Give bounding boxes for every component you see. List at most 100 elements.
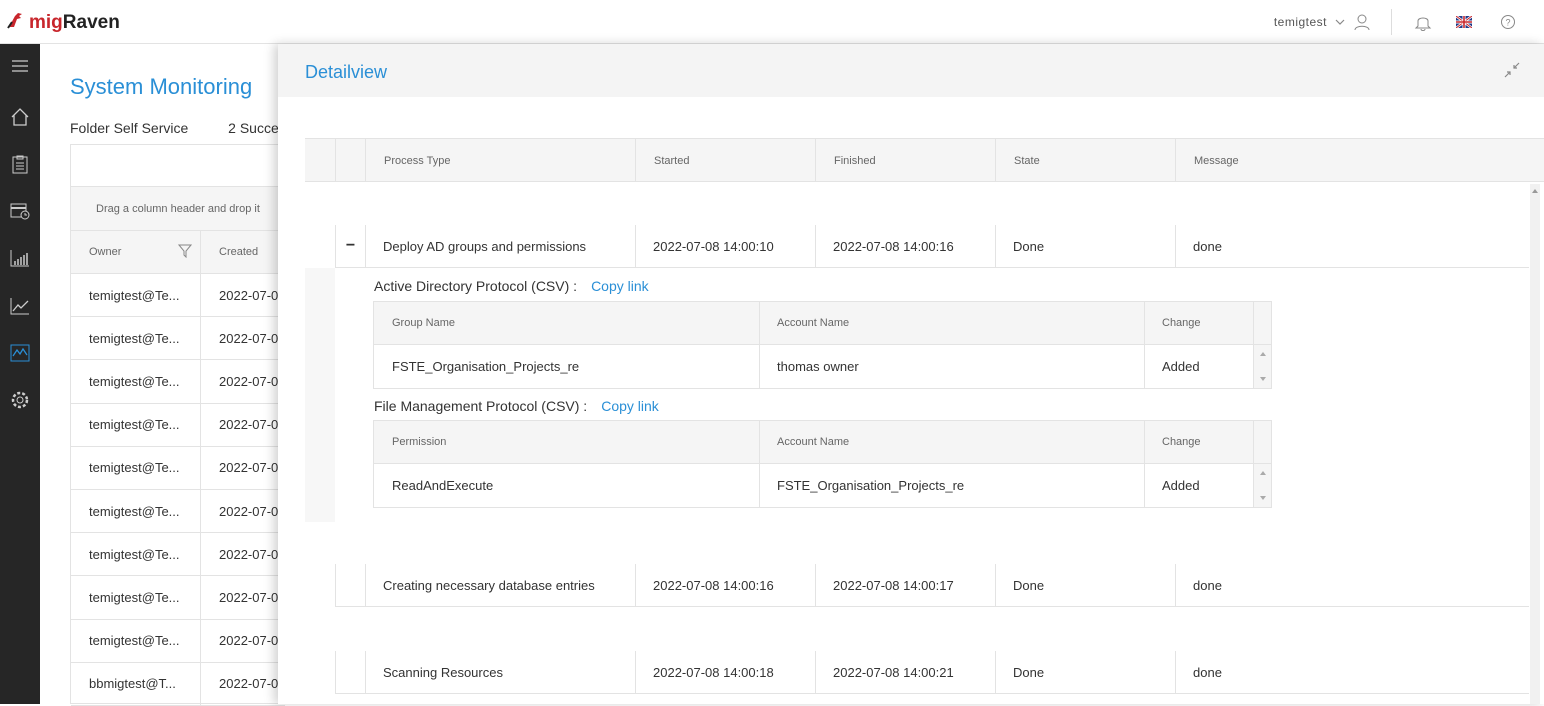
service-row: Folder Self Service 2 Succe bbox=[70, 120, 279, 136]
cell-finished: 2022-07-08 14:00:21 bbox=[815, 651, 995, 693]
table-row[interactable]: temigtest@Te... 2022-07-0 bbox=[71, 489, 285, 534]
column-owner-label: Owner bbox=[89, 246, 122, 258]
cell-owner: temigtest@Te... bbox=[71, 403, 201, 446]
cell-message: done bbox=[1175, 651, 1529, 693]
table-row[interactable]: − Deploy AD groups and permissions 2022-… bbox=[335, 225, 1529, 268]
cell-state: Done bbox=[995, 651, 1175, 693]
fm-protocol-grid: Permission Account Name Change ReadAndEx… bbox=[373, 420, 1272, 508]
chevron-down-icon[interactable] bbox=[1335, 17, 1345, 27]
user-icon[interactable] bbox=[1353, 13, 1371, 31]
ad-protocol-grid: Group Name Account Name Change FSTE_Orga… bbox=[373, 301, 1272, 389]
top-bar: mig Raven temigtest ? bbox=[0, 0, 1544, 44]
cell-owner: temigtest@Te... bbox=[71, 274, 201, 317]
column-finished[interactable]: Finished bbox=[815, 139, 995, 182]
grid-header: Owner Created bbox=[71, 231, 285, 274]
ad-protocol-label: Active Directory Protocol (CSV) : bbox=[374, 278, 578, 294]
fm-grid-row[interactable]: ReadAndExecute FSTE_Organisation_Project… bbox=[374, 464, 1271, 507]
group-panel[interactable]: Drag a column header and drop it bbox=[71, 187, 285, 231]
expand-row-cell[interactable] bbox=[335, 564, 365, 606]
ad-protocol-header: Active Directory Protocol (CSV) : Copy li… bbox=[374, 278, 649, 294]
cell-account-name: FSTE_Organisation_Projects_re bbox=[777, 478, 965, 493]
table-row[interactable]: temigtest@Te... 2022-07-0 bbox=[71, 576, 285, 620]
help-icon[interactable]: ? bbox=[1500, 14, 1516, 30]
column-group-name[interactable]: Group Name bbox=[374, 302, 455, 344]
scrollbar[interactable] bbox=[1253, 345, 1271, 388]
monitoring-icon[interactable] bbox=[8, 341, 32, 365]
fm-grid-header: Permission Account Name Change bbox=[374, 421, 1271, 464]
filter-icon[interactable] bbox=[177, 244, 193, 261]
detail-gutter bbox=[305, 268, 335, 522]
logo-name: Raven bbox=[62, 12, 120, 33]
cell-change: Added bbox=[1162, 359, 1200, 374]
ad-grid-header: Group Name Account Name Change bbox=[374, 302, 1271, 345]
table-row[interactable]: Creating necessary database entries 2022… bbox=[335, 564, 1529, 607]
column-message[interactable]: Message bbox=[1175, 139, 1544, 182]
table-row[interactable]: temigtest@Te... 2022-07-0 bbox=[71, 619, 285, 663]
line-chart-icon[interactable] bbox=[8, 294, 32, 318]
fm-copy-link[interactable]: Copy link bbox=[601, 398, 659, 414]
table-row[interactable]: temigtest@Te... 2022-07-0 bbox=[71, 317, 285, 361]
cell-owner: temigtest@Te... bbox=[71, 619, 201, 662]
column-started[interactable]: Started bbox=[635, 139, 815, 182]
cell-finished: 2022-07-08 14:00:16 bbox=[815, 225, 995, 267]
column-process-type[interactable]: Process Type bbox=[365, 139, 635, 182]
column-owner[interactable]: Owner bbox=[71, 231, 201, 273]
cell-created: 2022-07-0 bbox=[219, 503, 279, 519]
calendar-clock-icon[interactable] bbox=[8, 199, 32, 223]
cell-owner: temigtest@Te... bbox=[71, 533, 201, 576]
header-expand-col bbox=[335, 139, 365, 182]
column-change[interactable]: Change bbox=[1144, 302, 1201, 344]
cell-owner: temigtest@Te... bbox=[71, 489, 201, 533]
page-title: System Monitoring bbox=[70, 74, 253, 99]
cell-account-name: thomas owner bbox=[777, 359, 859, 374]
menu-icon[interactable] bbox=[8, 54, 32, 78]
cell-started: 2022-07-08 14:00:10 bbox=[635, 225, 815, 267]
cell-group-name: FSTE_Organisation_Projects_re bbox=[392, 359, 580, 374]
column-created[interactable]: Created bbox=[201, 231, 285, 273]
table-row[interactable]: temigtest@Te... 2022-07-0 bbox=[71, 403, 285, 447]
cell-state: Done bbox=[995, 564, 1175, 606]
expand-row-cell[interactable] bbox=[335, 651, 365, 693]
status-summary: 2 Succe bbox=[228, 120, 279, 136]
scrollbar[interactable] bbox=[1253, 464, 1271, 507]
column-state[interactable]: State bbox=[995, 139, 1175, 182]
vertical-scrollbar[interactable] bbox=[1530, 184, 1540, 704]
ad-copy-link[interactable]: Copy link bbox=[591, 278, 649, 294]
cell-message: done bbox=[1175, 564, 1529, 606]
cell-change: Added bbox=[1162, 478, 1200, 493]
fm-protocol-label: File Management Protocol (CSV) : bbox=[374, 398, 588, 414]
username[interactable]: temigtest bbox=[1274, 15, 1327, 29]
logo[interactable]: mig Raven bbox=[6, 10, 120, 36]
ad-grid-row[interactable]: FSTE_Organisation_Projects_re thomas own… bbox=[374, 345, 1271, 388]
cell-created: 2022-07-0 bbox=[219, 676, 279, 692]
cell-started: 2022-07-08 14:00:16 bbox=[635, 564, 815, 606]
cell-state: Done bbox=[995, 225, 1175, 267]
bar-chart-icon[interactable] bbox=[8, 246, 32, 270]
column-permission[interactable]: Permission bbox=[374, 421, 446, 463]
cell-finished: 2022-07-08 14:00:17 bbox=[815, 564, 995, 606]
clipboard-icon[interactable] bbox=[8, 152, 32, 176]
table-row[interactable]: temigtest@Te... 2022-07-0 bbox=[71, 533, 285, 577]
cell-created: 2022-07-0 bbox=[219, 287, 279, 303]
column-account-name[interactable]: Account Name bbox=[759, 421, 849, 463]
table-row[interactable]: bbmigtest@T... 2022-07-0 bbox=[71, 662, 285, 706]
table-row[interactable]: temigtest@Te... 2022-07-0 bbox=[71, 360, 285, 404]
table-row[interactable]: temigtest@Te... 2022-07-0 bbox=[71, 274, 285, 318]
uk-flag-icon[interactable] bbox=[1456, 16, 1472, 28]
home-icon[interactable] bbox=[8, 105, 32, 129]
cell-owner: temigtest@Te... bbox=[71, 360, 201, 403]
cell-created: 2022-07-0 bbox=[219, 546, 279, 562]
table-row[interactable]: Scanning Resources 2022-07-08 14:00:18 2… bbox=[335, 651, 1529, 694]
cell-process-type: Deploy AD groups and permissions bbox=[365, 225, 635, 267]
raven-logo-icon bbox=[6, 10, 26, 36]
logo-prefix: mig bbox=[29, 12, 63, 33]
collapse-icon[interactable] bbox=[1504, 62, 1520, 83]
cell-permission: ReadAndExecute bbox=[392, 478, 494, 493]
column-account-name[interactable]: Account Name bbox=[759, 302, 849, 344]
sidebar bbox=[0, 44, 40, 704]
gear-icon[interactable] bbox=[8, 388, 32, 412]
collapse-row-button[interactable]: − bbox=[335, 225, 365, 267]
bell-icon[interactable] bbox=[1414, 13, 1432, 31]
column-change[interactable]: Change bbox=[1144, 421, 1201, 463]
table-row[interactable]: temigtest@Te... 2022-07-0 bbox=[71, 446, 285, 490]
